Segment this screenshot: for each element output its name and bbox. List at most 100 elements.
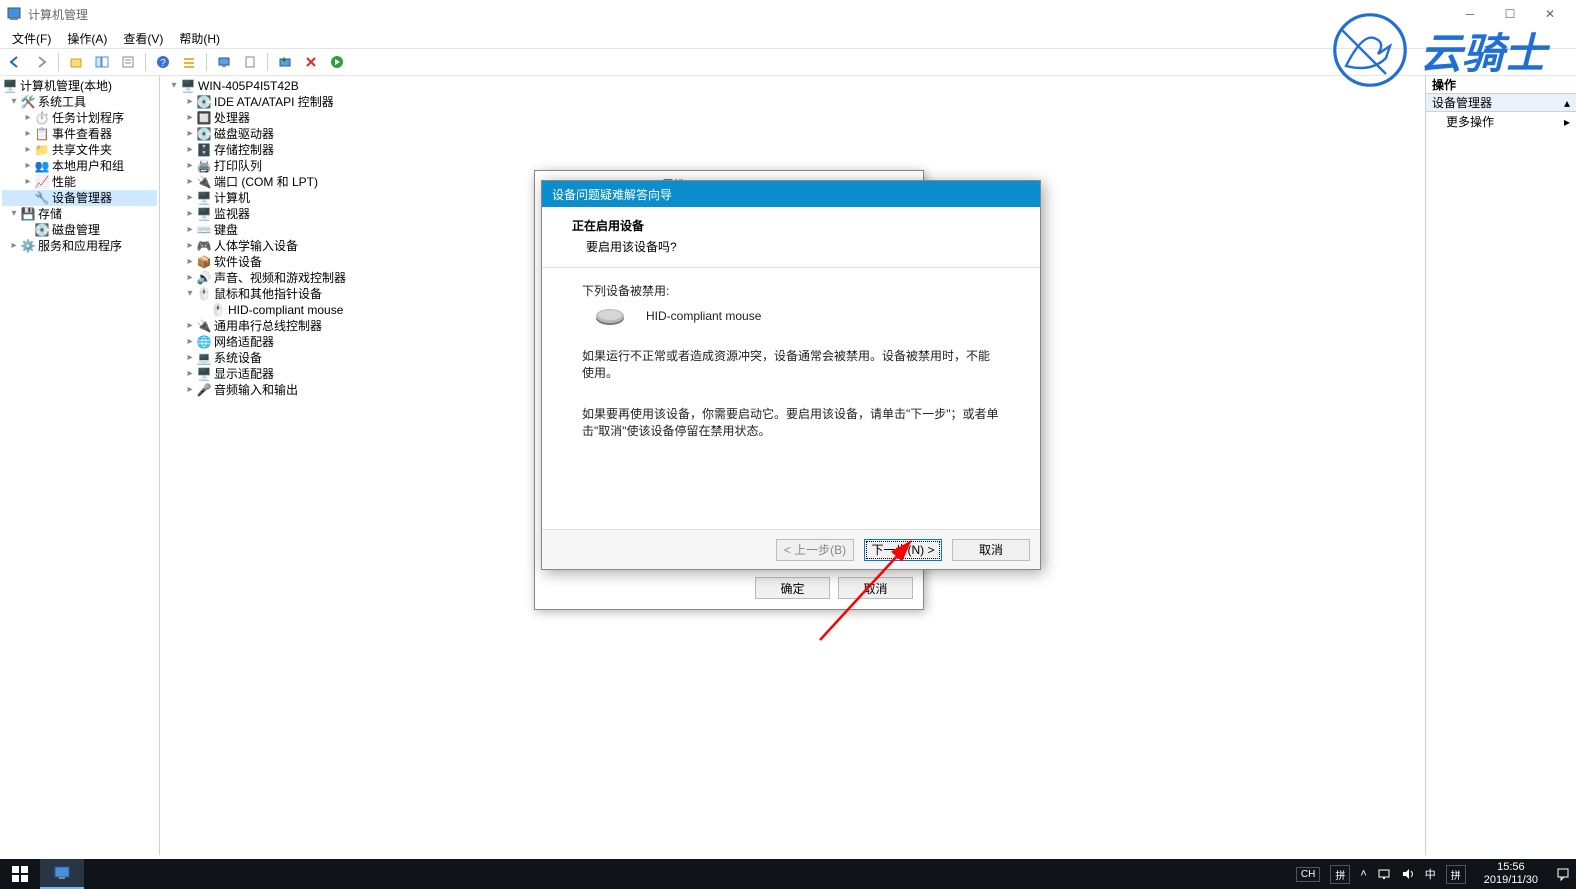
watermark-text: 云骑士 — [1420, 20, 1546, 81]
tree-local-users[interactable]: ▸👥本地用户和组 — [2, 158, 157, 174]
taskbar[interactable]: CH 拼 ˄ 中 拼 15:56 2019/11/30 — [0, 859, 1576, 889]
system-tray[interactable]: CH 拼 ˄ 中 拼 15:56 2019/11/30 — [1296, 859, 1576, 889]
tree-performance[interactable]: ▸📈性能 — [2, 174, 157, 190]
disk-icon: 💽 — [34, 222, 50, 238]
audio-io-icon: 🎤 — [196, 382, 212, 398]
computer-icon: 🖥️ — [2, 78, 18, 94]
wizard-heading: 正在启用设备 — [572, 217, 1010, 234]
ide-icon: 💽 — [196, 94, 212, 110]
menu-view[interactable]: 查看(V) — [115, 28, 171, 49]
keyboard-icon: ⌨️ — [196, 222, 212, 238]
ime-full[interactable]: 拼 — [1330, 865, 1350, 884]
taskbar-clock[interactable]: 15:56 2019/11/30 — [1476, 859, 1546, 889]
monitor-button[interactable] — [213, 51, 235, 73]
knight-logo-icon — [1330, 10, 1410, 90]
properties-button[interactable] — [117, 51, 139, 73]
window-title: 计算机管理 — [28, 6, 88, 23]
software-icon: 📦 — [196, 254, 212, 270]
device-name: HID-compliant mouse — [646, 309, 761, 323]
menu-file[interactable]: 文件(F) — [4, 28, 59, 49]
mouse-device-icon — [592, 305, 628, 327]
tree-event-viewer[interactable]: ▸📋事件查看器 — [2, 126, 157, 142]
tree-task-scheduler[interactable]: ▸⏱️任务计划程序 — [2, 110, 157, 126]
actions-pane: 操作 设备管理器▴ 更多操作▸ — [1426, 76, 1576, 855]
help-button[interactable]: ? — [152, 51, 174, 73]
tray-network-icon[interactable] — [1377, 867, 1391, 881]
wizard-footer: < 上一步(B) 下一步(N) > 取消 — [542, 529, 1040, 569]
event-icon: 📋 — [34, 126, 50, 142]
cat-cpu[interactable]: ▸🔲处理器 — [162, 110, 1423, 126]
monitor-icon: 🖥️ — [196, 206, 212, 222]
printer-icon: 🖨️ — [196, 158, 212, 174]
device-mgr-icon: 🔧 — [34, 190, 50, 206]
mouse-cat-icon: 🖱️ — [196, 286, 212, 302]
start-button[interactable] — [0, 859, 40, 889]
wizard-msg1: 如果运行不正常或者造成资源冲突，设备通常会被禁用。设备被禁用时，不能使用。 — [582, 347, 1000, 381]
showtree-button[interactable] — [91, 51, 113, 73]
disk-drive-icon: 💽 — [196, 126, 212, 142]
storage-ctrl-icon: 🗄️ — [196, 142, 212, 158]
wizard-cancel-button[interactable]: 取消 — [952, 539, 1030, 561]
ime-mode[interactable]: 中 — [1425, 866, 1436, 882]
collapse-icon[interactable]: ▴ — [1564, 94, 1570, 111]
disabled-label: 下列设备被禁用: — [582, 282, 1000, 299]
wizard-subheading: 要启用该设备吗? — [572, 238, 1010, 255]
enable-button[interactable] — [326, 51, 348, 73]
host-node[interactable]: ▾🖥️WIN-405P4I5T42B — [162, 78, 1423, 94]
tree-disk-mgmt[interactable]: 💽磁盘管理 — [2, 222, 157, 238]
tools-icon: 🛠️ — [20, 94, 36, 110]
computer-cat-icon: 🖥️ — [196, 190, 212, 206]
tree-services-apps[interactable]: ▸⚙️服务和应用程序 — [2, 238, 157, 254]
task-icon: ⏱️ — [34, 110, 50, 126]
sound-icon: 🔊 — [196, 270, 212, 286]
cat-disk-drives[interactable]: ▸💽磁盘驱动器 — [162, 126, 1423, 142]
chevron-right-icon: ▸ — [1564, 112, 1570, 132]
display-icon: 🖥️ — [196, 366, 212, 382]
tree-storage[interactable]: ▾💾存储 — [2, 206, 157, 222]
cat-ide[interactable]: ▸💽IDE ATA/ATAPI 控制器 — [162, 94, 1423, 110]
troubleshoot-wizard[interactable]: 设备问题疑难解答向导 正在启用设备 要启用该设备吗? 下列设备被禁用: HID-… — [541, 180, 1041, 570]
wizard-title[interactable]: 设备问题疑难解答向导 — [542, 181, 1040, 207]
storage-icon: 💾 — [20, 206, 36, 222]
wizard-body: 下列设备被禁用: HID-compliant mouse 如果运行不正常或者造成… — [542, 268, 1040, 529]
system-dev-icon: 💻 — [196, 350, 212, 366]
services-icon: ⚙️ — [20, 238, 36, 254]
up-button[interactable] — [65, 51, 87, 73]
menu-help[interactable]: 帮助(H) — [171, 28, 228, 49]
action-center-icon[interactable] — [1556, 867, 1570, 881]
app-icon — [6, 6, 22, 22]
tree-system-tools[interactable]: ▾🛠️系统工具 — [2, 94, 157, 110]
taskbar-app-compmgmt[interactable] — [40, 859, 84, 889]
tray-chevron-icon[interactable]: ˄ — [1360, 868, 1366, 880]
ime-lang[interactable]: CH — [1296, 867, 1320, 882]
device-button[interactable] — [239, 51, 261, 73]
back-button[interactable] — [4, 51, 26, 73]
tray-volume-icon[interactable] — [1401, 867, 1415, 881]
pc-icon: 🖥️ — [180, 78, 196, 94]
ime-sym[interactable]: 拼 — [1446, 865, 1466, 884]
svg-text:?: ? — [160, 58, 166, 69]
perf-icon: 📈 — [34, 174, 50, 190]
more-actions[interactable]: 更多操作▸ — [1426, 112, 1576, 132]
wizard-next-button[interactable]: 下一步(N) > — [864, 539, 942, 561]
port-icon: 🔌 — [196, 174, 212, 190]
view-button[interactable] — [178, 51, 200, 73]
share-icon: 📁 — [34, 142, 50, 158]
tree-shared-folders[interactable]: ▸📁共享文件夹 — [2, 142, 157, 158]
wizard-header: 正在启用设备 要启用该设备吗? — [542, 207, 1040, 268]
network-icon: 🌐 — [196, 334, 212, 350]
scan-button[interactable] — [274, 51, 296, 73]
menu-action[interactable]: 操作(A) — [59, 28, 115, 49]
wizard-back-button: < 上一步(B) — [776, 539, 854, 561]
forward-button[interactable] — [30, 51, 52, 73]
properties-cancel-button[interactable]: 取消 — [838, 577, 913, 599]
tree-device-manager[interactable]: 🔧设备管理器 — [2, 190, 157, 206]
left-tree[interactable]: 🖥️计算机管理(本地) ▾🛠️系统工具 ▸⏱️任务计划程序 ▸📋事件查看器 ▸📁… — [0, 76, 160, 855]
properties-ok-button[interactable]: 确定 — [755, 577, 830, 599]
cat-storage-ctrl[interactable]: ▸🗄️存储控制器 — [162, 142, 1423, 158]
disable-button[interactable] — [300, 51, 322, 73]
users-icon: 👥 — [34, 158, 50, 174]
mouse-icon: 🖱️ — [210, 302, 226, 318]
actions-section[interactable]: 设备管理器▴ — [1426, 94, 1576, 112]
tree-root[interactable]: 🖥️计算机管理(本地) — [2, 78, 157, 94]
